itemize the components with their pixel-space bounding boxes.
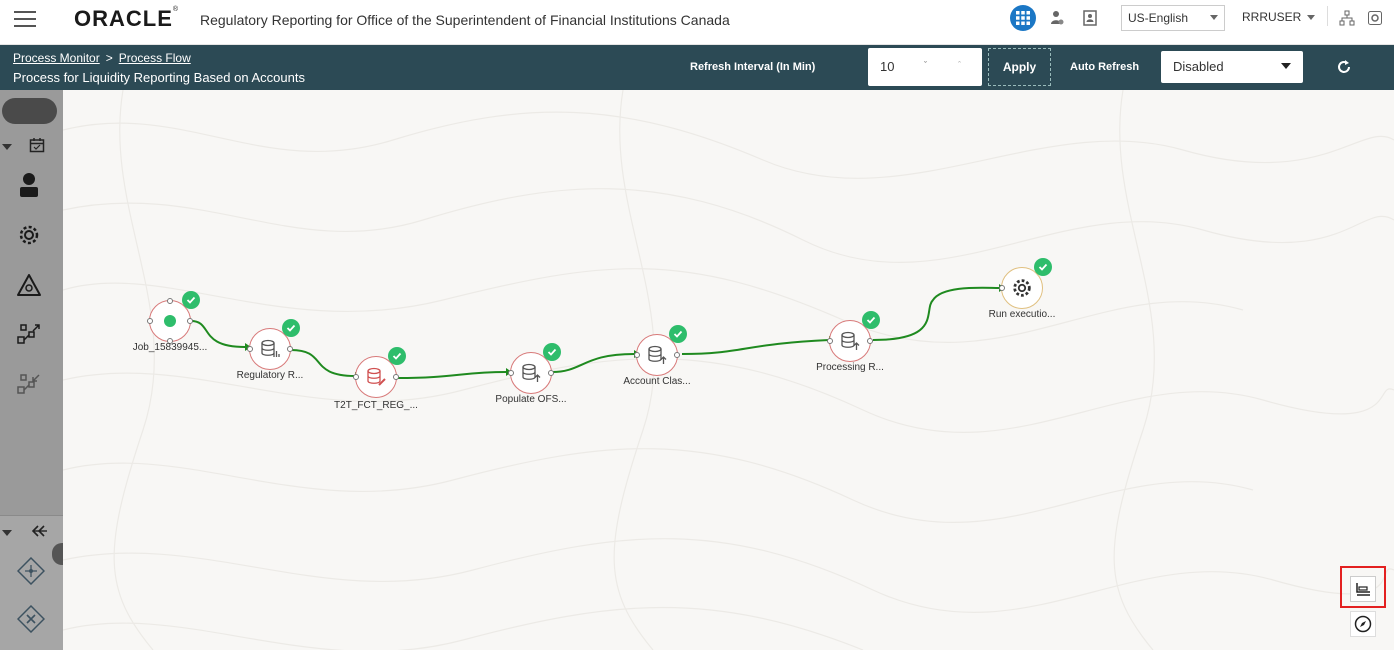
flow-node-job[interactable] bbox=[147, 291, 200, 344]
user-admin-icon[interactable] bbox=[1048, 9, 1066, 27]
help-icon[interactable] bbox=[1366, 9, 1384, 27]
flow-node-run-execution[interactable] bbox=[999, 258, 1052, 309]
flow-node-label: Processing R... bbox=[816, 362, 884, 373]
breadcrumb: Process Monitor > Process Flow bbox=[13, 51, 191, 65]
decrement-icon[interactable]: ˇ bbox=[924, 60, 927, 70]
success-check-icon bbox=[543, 343, 561, 361]
compass-icon[interactable] bbox=[1350, 611, 1376, 637]
refresh-interval-label: Refresh Interval (In Min) bbox=[690, 61, 816, 73]
auto-refresh-select[interactable]: Disabled bbox=[1161, 51, 1303, 83]
gear-icon bbox=[1013, 279, 1031, 297]
node-delete-icon[interactable] bbox=[16, 604, 46, 634]
success-check-icon bbox=[669, 325, 687, 343]
hamburger-menu-icon[interactable] bbox=[14, 11, 36, 27]
flow-node-label: T2T_FCT_REG_... bbox=[334, 400, 418, 411]
database-upload-icon bbox=[648, 345, 667, 364]
node-move-icon[interactable] bbox=[16, 556, 46, 586]
user-menu[interactable]: RRRUSER bbox=[1242, 10, 1316, 24]
app-title: Regulatory Reporting for Office of the S… bbox=[200, 12, 730, 28]
flow-node-regulatory[interactable] bbox=[247, 319, 300, 370]
page-header: Process Monitor > Process Flow Process for… bbox=[0, 45, 1394, 90]
increment-icon[interactable]: ˆ bbox=[958, 60, 961, 70]
warning-gear-icon[interactable] bbox=[14, 270, 44, 300]
sitemap-icon[interactable] bbox=[1338, 9, 1356, 27]
breadcrumb-process-flow[interactable]: Process Flow bbox=[119, 51, 191, 65]
flow-node-t2t[interactable] bbox=[353, 347, 406, 398]
success-check-icon bbox=[182, 291, 200, 309]
left-toolbar bbox=[0, 90, 63, 650]
refresh-interval-input[interactable]: 10 ˇ ˆ bbox=[868, 48, 982, 86]
flow-node-processing[interactable] bbox=[827, 311, 880, 362]
breadcrumb-separator: > bbox=[105, 51, 113, 65]
database-edit-icon bbox=[367, 367, 386, 386]
reload-icon[interactable] bbox=[1336, 59, 1354, 77]
process-flow-canvas[interactable]: Job_15839945... Regulatory R... T2T_FCT_… bbox=[63, 90, 1394, 650]
auto-refresh-label: Auto Refresh bbox=[1070, 61, 1140, 73]
breadcrumb-process-monitor[interactable]: Process Monitor bbox=[13, 51, 100, 65]
search-input[interactable] bbox=[2, 98, 57, 124]
flow-node-label: Regulatory R... bbox=[236, 370, 304, 381]
flow-node-populate[interactable] bbox=[508, 343, 561, 394]
start-icon bbox=[164, 315, 176, 327]
flow-node-label: Populate OFS... bbox=[495, 394, 567, 405]
flow-node-label: Run executio... bbox=[988, 309, 1056, 320]
database-upload-icon bbox=[841, 331, 860, 350]
top-bar: ORACLE® Regulatory Reporting for Office … bbox=[0, 0, 1394, 45]
divider bbox=[1327, 6, 1328, 26]
flow-node-account-class[interactable] bbox=[634, 325, 687, 376]
success-check-icon bbox=[388, 347, 406, 365]
gear-icon[interactable] bbox=[14, 220, 44, 250]
page-title: Process for Liquidity Reporting Based on… bbox=[13, 70, 305, 85]
success-check-icon bbox=[282, 319, 300, 337]
success-check-icon bbox=[862, 311, 880, 329]
contact-card-icon[interactable] bbox=[1081, 9, 1099, 27]
database-upload-icon bbox=[522, 363, 541, 382]
flow-node-label: Job_15839945... bbox=[132, 342, 208, 353]
apply-button[interactable]: Apply bbox=[988, 48, 1051, 86]
app-grid-icon[interactable] bbox=[1010, 5, 1036, 31]
chevron-down-icon[interactable] bbox=[2, 144, 12, 150]
oracle-logo: ORACLE® bbox=[74, 6, 180, 31]
calendar-icon[interactable] bbox=[24, 132, 50, 158]
collapse-nodes-icon[interactable] bbox=[14, 370, 44, 400]
database-report-icon bbox=[261, 339, 280, 357]
success-check-icon bbox=[1034, 258, 1052, 276]
chevron-down-icon[interactable] bbox=[2, 530, 12, 536]
user-icon[interactable] bbox=[14, 170, 44, 200]
fit-to-screen-icon[interactable] bbox=[1350, 576, 1376, 602]
language-select[interactable]: US-English bbox=[1121, 5, 1225, 31]
expand-nodes-icon[interactable] bbox=[14, 320, 44, 350]
left-toolbar-lower bbox=[0, 515, 63, 650]
flow-node-label: Account Clas... bbox=[623, 376, 691, 387]
collapse-left-icon[interactable] bbox=[30, 524, 48, 543]
